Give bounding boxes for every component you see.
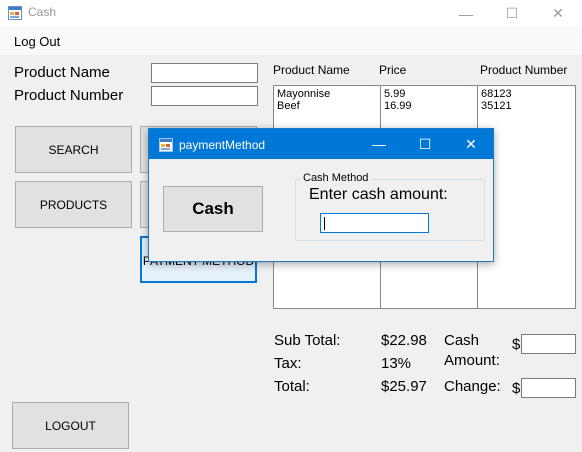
column-header-product-name: Product Name xyxy=(273,63,350,77)
dialog-title: paymentMethod xyxy=(179,138,266,152)
list-item[interactable]: 35121 xyxy=(481,100,575,112)
search-button[interactable]: SEARCH xyxy=(15,126,132,173)
product-number-input[interactable] xyxy=(151,86,258,106)
list-item[interactable]: 68123 xyxy=(481,88,575,100)
list-item[interactable]: Beef xyxy=(277,100,380,112)
change-input[interactable] xyxy=(521,378,576,398)
change-label: Change: xyxy=(444,378,501,395)
cash-button[interactable]: Cash xyxy=(163,186,263,232)
logout-button[interactable]: LOGOUT xyxy=(12,402,129,449)
change-dollar-sign: $ xyxy=(512,380,521,397)
tax-label: Tax: xyxy=(274,355,302,372)
minimize-button[interactable]: — xyxy=(443,0,489,27)
dialog-maximize-button[interactable]: ☐ xyxy=(402,129,448,159)
product-name-input[interactable] xyxy=(151,63,258,83)
subtotal-label: Sub Total: xyxy=(274,332,341,349)
products-button[interactable]: PRODUCTS xyxy=(15,181,132,228)
cash-method-group-title: Cash Method xyxy=(301,172,371,184)
cash-dollar-sign: $ xyxy=(512,336,521,353)
menu-item-logout[interactable]: Log Out xyxy=(14,34,60,49)
column-header-price: Price xyxy=(379,63,407,77)
cash-amount-label-line1: Cash xyxy=(444,332,480,349)
total-label: Total: xyxy=(274,378,310,395)
text-cursor xyxy=(324,217,325,230)
dialog-close-button[interactable]: ✕ xyxy=(448,129,494,159)
list-item[interactable]: 16.99 xyxy=(384,100,477,112)
list-item[interactable]: 5.99 xyxy=(384,88,477,100)
app-form-icon xyxy=(8,6,22,20)
close-button[interactable]: ✕ xyxy=(535,0,581,27)
cash-amount-prompt: Enter cash amount: xyxy=(309,186,448,203)
maximize-button[interactable]: ☐ xyxy=(489,0,535,27)
dialog-minimize-button[interactable]: — xyxy=(356,129,402,159)
cash-amount-label-line2: Amount: xyxy=(444,352,500,369)
list-item[interactable]: Mayonnise xyxy=(277,88,380,100)
column-header-product-number: Product Number xyxy=(480,63,568,77)
product-number-label: Product Number xyxy=(14,87,124,104)
cash-amount-input[interactable] xyxy=(521,334,576,354)
payment-method-dialog: paymentMethod — ☐ ✕ Cash Cash Method Ent… xyxy=(148,128,494,262)
product-name-label: Product Name xyxy=(14,64,110,81)
total-value: $25.97 xyxy=(381,378,427,395)
tax-value: 13% xyxy=(381,355,412,372)
dialog-cash-amount-input[interactable] xyxy=(320,213,429,233)
subtotal-value: $22.98 xyxy=(381,332,427,349)
dialog-form-icon xyxy=(159,138,173,152)
window-title: Cash xyxy=(28,5,57,19)
menu-bar xyxy=(0,27,582,55)
